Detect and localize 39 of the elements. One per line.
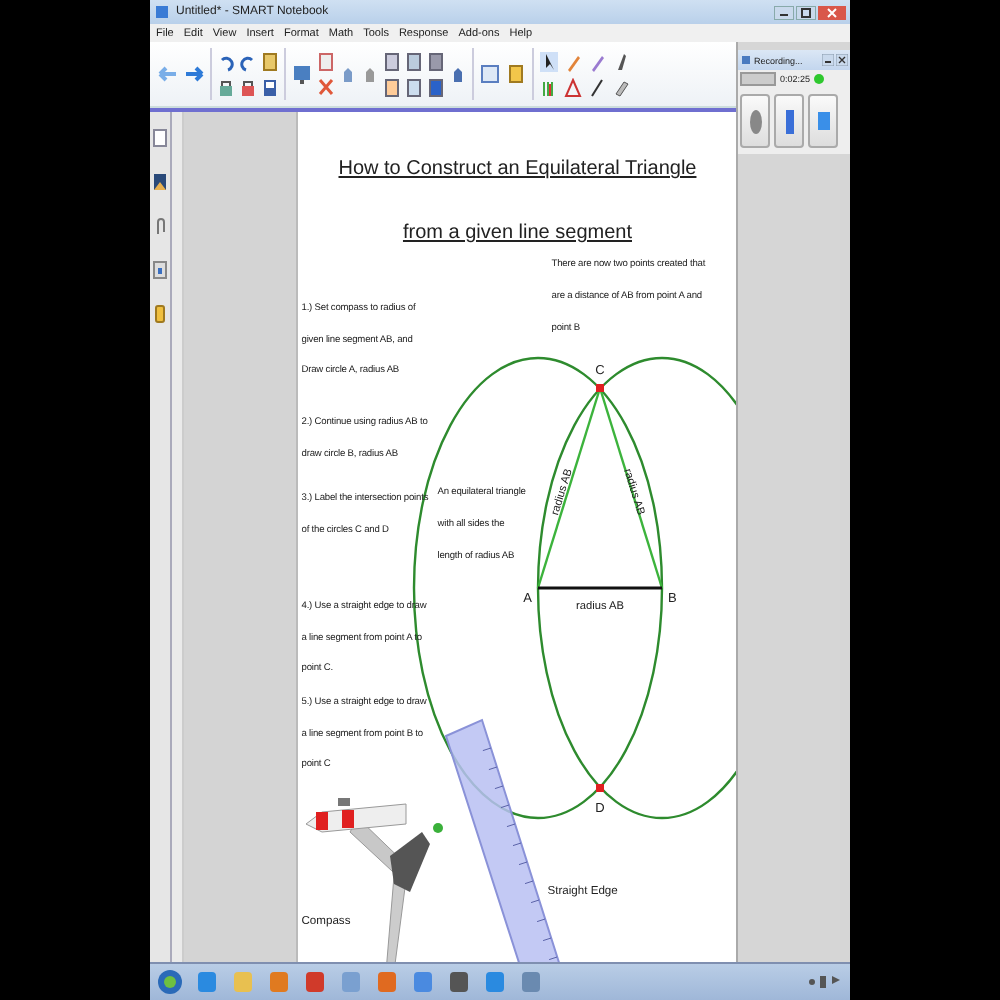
pause-icon xyxy=(785,109,793,133)
save-icon[interactable] xyxy=(262,77,278,97)
close-icon[interactable] xyxy=(818,5,846,19)
forward-arrow-icon[interactable] xyxy=(184,64,204,84)
marker-icon[interactable] xyxy=(588,51,606,71)
page-icon[interactable] xyxy=(318,51,334,71)
triangle-icon[interactable] xyxy=(564,77,582,97)
page-title: from a given line segment xyxy=(400,222,634,244)
pens-icon[interactable] xyxy=(540,77,558,97)
redo-icon[interactable] xyxy=(240,51,256,71)
stop-icon xyxy=(817,112,829,130)
minimize-icon[interactable] xyxy=(774,5,794,19)
pointer-icon[interactable] xyxy=(540,51,558,71)
page-title: How to Construct an Equilateral Triangle xyxy=(336,158,699,180)
undo-icon[interactable] xyxy=(218,51,234,71)
stop-button[interactable] xyxy=(808,94,838,148)
paperclip-icon[interactable] xyxy=(151,216,168,236)
eraser-icon[interactable] xyxy=(612,77,630,97)
lock-icon[interactable] xyxy=(218,77,234,97)
brush-icon[interactable] xyxy=(612,51,630,71)
intersection-point xyxy=(595,784,604,792)
start-button-icon[interactable] xyxy=(158,970,182,994)
gallery-tab-icon[interactable] xyxy=(151,172,168,192)
close-icon[interactable] xyxy=(836,54,848,66)
minimize-icon[interactable] xyxy=(822,54,834,66)
maximize-icon[interactable] xyxy=(796,5,816,19)
lock-icon[interactable] xyxy=(240,77,256,97)
line-icon[interactable] xyxy=(588,77,606,97)
properties-icon[interactable] xyxy=(151,260,168,280)
delete-icon[interactable] xyxy=(318,77,334,97)
record-icon xyxy=(749,109,761,133)
record-button[interactable] xyxy=(740,94,770,148)
status-dot-icon xyxy=(814,74,825,84)
screen-icon[interactable] xyxy=(292,64,312,84)
intersection-point xyxy=(595,384,604,392)
handle-dot[interactable] xyxy=(432,823,443,833)
pause-button[interactable] xyxy=(774,94,804,148)
page-sorter-icon[interactable] xyxy=(151,128,168,148)
back-arrow-icon[interactable] xyxy=(158,64,178,84)
